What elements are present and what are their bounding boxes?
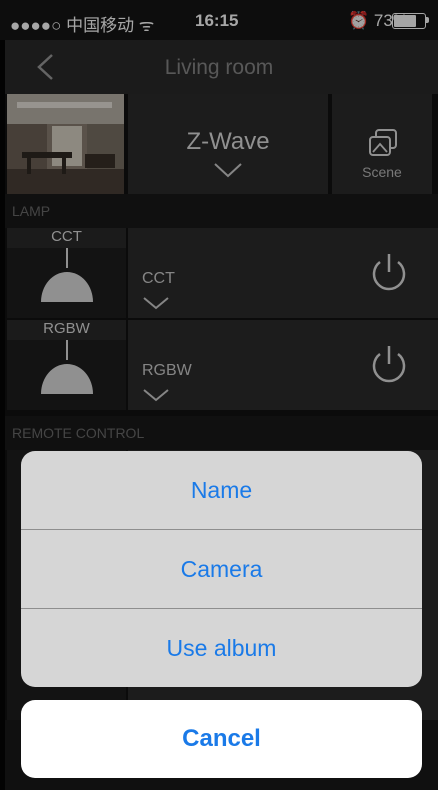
cancel-button[interactable]: Cancel bbox=[21, 700, 422, 778]
use-album-option[interactable]: Use album bbox=[21, 609, 422, 687]
action-sheet: Name Camera Use album bbox=[21, 451, 422, 687]
camera-option[interactable]: Camera bbox=[21, 530, 422, 608]
name-option[interactable]: Name bbox=[21, 451, 422, 529]
